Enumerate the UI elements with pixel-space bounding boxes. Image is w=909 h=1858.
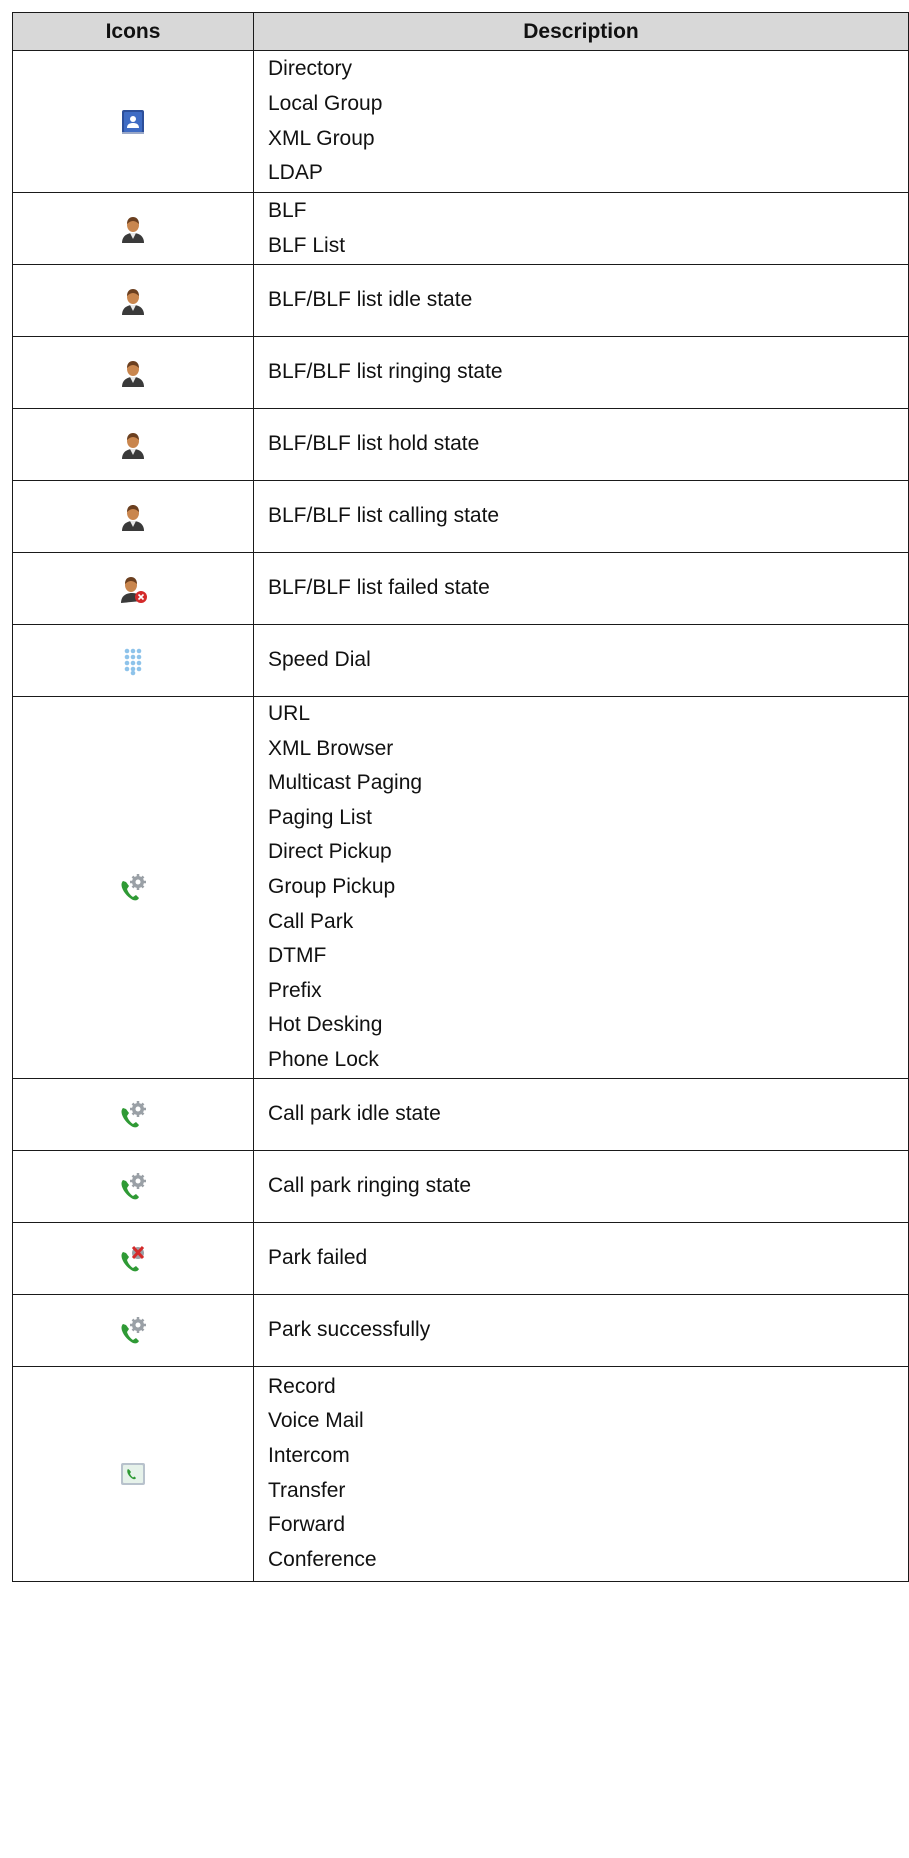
description-column-header: Description (253, 12, 909, 51)
description-line: BLF/BLF list ringing state (268, 360, 503, 384)
description-cell: BLF/BLF list calling state (253, 480, 909, 553)
description-line: Forward (268, 1513, 346, 1537)
table-row: Record Voice Mail Intercom Transfer Forward C… (12, 1365, 909, 1582)
icon-cell (12, 264, 254, 337)
phone-gear-icon (118, 872, 148, 902)
description-cell: BLF BLF List (253, 192, 909, 265)
description-cell: Record Voice Mail Intercom Transfer Forward C… (253, 1365, 909, 1582)
table-row: BLF/BLF list idle state (12, 264, 909, 337)
description-line: Speed Dial (268, 648, 371, 672)
description-line: Record (268, 1374, 336, 1398)
table-row: BLF/BLF list ringing state (12, 336, 909, 409)
description-cell: Speed Dial (253, 624, 909, 697)
call-park-ringing-icon (118, 1171, 148, 1201)
description-line: LDAP (268, 161, 323, 185)
description-line: Intercom (268, 1443, 350, 1467)
description-line: BLF List (268, 233, 346, 257)
description-cell: Call park ringing state (253, 1149, 909, 1223)
blf-hold-person-icon (118, 430, 148, 460)
table-row: Call park ringing state (12, 1149, 909, 1223)
table-row: URL XML Browser Multicast Paging Paging Lis… (12, 696, 909, 1079)
description-line: Transfer (268, 1478, 346, 1502)
description-line: Multicast Paging (268, 771, 423, 795)
description-cell: Park failed (253, 1221, 909, 1295)
park-success-icon (118, 1315, 148, 1345)
blf-ringing-person-icon (118, 358, 148, 388)
description-line: BLF (268, 198, 307, 222)
icons-column-header: Icons (12, 12, 254, 51)
table-row: BLF/BLF list hold state (12, 408, 909, 481)
description-line: Call Park (268, 909, 354, 933)
icon-cell (12, 480, 254, 553)
icon-cell (12, 192, 254, 265)
description-line: Voice Mail (268, 1409, 364, 1433)
description-line: Directory (268, 57, 353, 81)
table-row: Park successfully (12, 1293, 909, 1367)
description-line: URL (268, 702, 311, 725)
description-line: Hot Desking (268, 1013, 383, 1037)
description-line: BLF/BLF list failed state (268, 576, 490, 600)
park-failed-icon (118, 1243, 148, 1273)
icon-cell (12, 552, 254, 625)
description-line: Group Pickup (268, 874, 396, 898)
icon-cell (12, 1077, 254, 1151)
description-line: Phone Lock (268, 1047, 379, 1071)
blf-person-icon (118, 214, 148, 244)
description-cell: BLF/BLF list hold state (253, 408, 909, 481)
description-line: Conference (268, 1547, 377, 1571)
icon-cell (12, 50, 254, 193)
description-cell: URL XML Browser Multicast Paging Paging Lis… (253, 696, 909, 1079)
description-line: DTMF (268, 944, 327, 968)
description-line: Call park ringing state (268, 1173, 472, 1197)
icon-cell (12, 336, 254, 409)
blf-failed-person-icon (118, 574, 148, 604)
description-cell: Directory Local Group XML Group LDAP (253, 50, 909, 193)
table-row: Directory Local Group XML Group LDAP (12, 50, 909, 193)
description-line: XML Browser (268, 736, 394, 760)
icon-cell (12, 1221, 254, 1295)
description-line: Park failed (268, 1245, 368, 1269)
blf-calling-person-icon (118, 502, 148, 532)
description-line: BLF/BLF list hold state (268, 432, 480, 456)
icon-description-table: Icons Description Directory Local Group XM… (12, 12, 909, 1582)
icon-cell (12, 1293, 254, 1367)
description-line: BLF/BLF list idle state (268, 288, 473, 312)
description-line: XML Group (268, 126, 375, 150)
table-row: Park failed (12, 1221, 909, 1295)
blf-idle-person-icon (118, 286, 148, 316)
description-line: BLF/BLF list calling state (268, 504, 500, 528)
description-cell: BLF/BLF list failed state (253, 552, 909, 625)
description-line: Local Group (268, 91, 383, 115)
speed-dial-keypad-icon (118, 646, 148, 676)
directory-book-icon (118, 107, 148, 137)
call-park-idle-icon (118, 1099, 148, 1129)
description-line: Direct Pickup (268, 840, 392, 864)
description-line: Call park idle state (268, 1101, 441, 1125)
icon-cell (12, 1365, 254, 1582)
description-cell: BLF/BLF list ringing state (253, 336, 909, 409)
table-body: Directory Local Group XML Group LDAP BLF BLF … (12, 50, 909, 1582)
table-row: BLF/BLF list calling state (12, 480, 909, 553)
icon-cell (12, 1149, 254, 1223)
icon-cell (12, 408, 254, 481)
description-cell: Park successfully (253, 1293, 909, 1367)
table-row: BLF/BLF list failed state (12, 552, 909, 625)
table-row: BLF BLF List (12, 192, 909, 265)
phone-card-icon (118, 1459, 148, 1489)
description-line: Paging List (268, 805, 372, 829)
icon-cell (12, 696, 254, 1079)
icon-cell (12, 624, 254, 697)
description-cell: Call park idle state (253, 1077, 909, 1151)
description-line: Prefix (268, 978, 322, 1002)
table-row: Speed Dial (12, 624, 909, 697)
table-row: Call park idle state (12, 1077, 909, 1151)
description-cell: BLF/BLF list idle state (253, 264, 909, 337)
table-header-row: Icons Description (12, 12, 909, 51)
description-line: Park successfully (268, 1317, 431, 1341)
